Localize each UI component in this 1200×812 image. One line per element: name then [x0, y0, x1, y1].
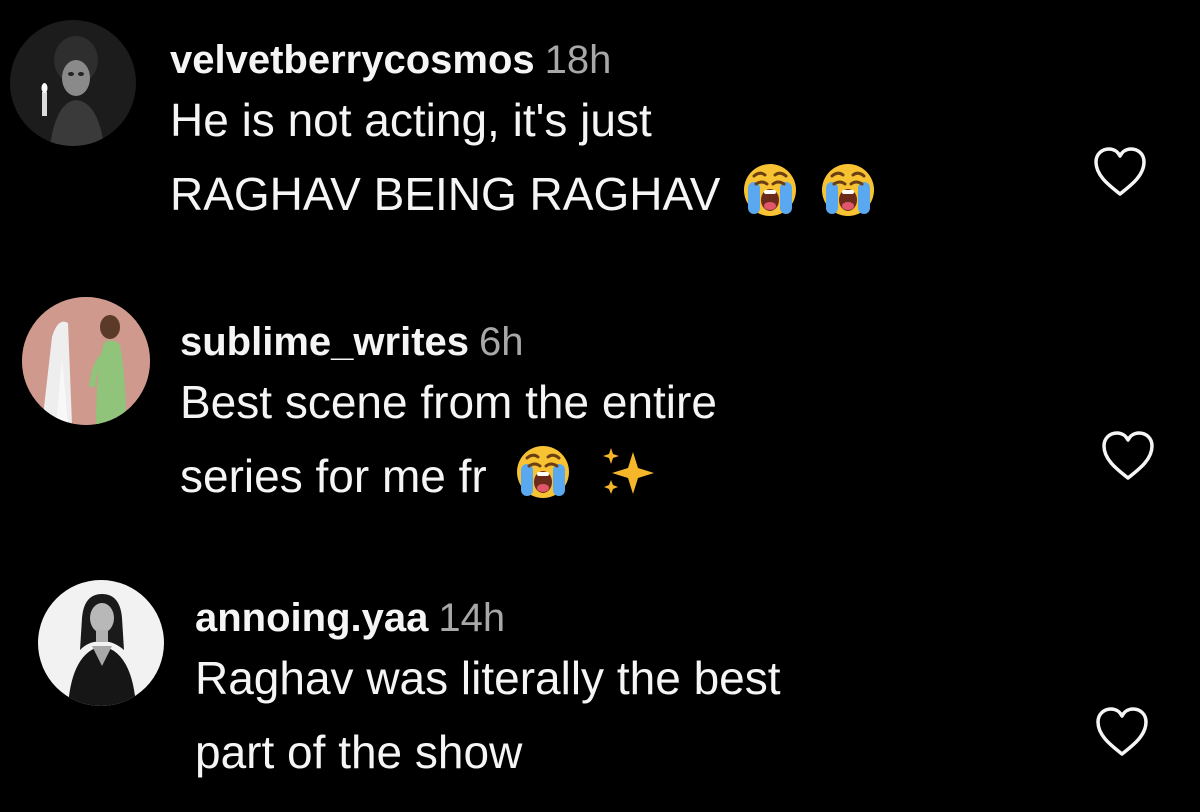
comment-text-line: Best scene from the entire [180, 376, 717, 428]
timestamp: 14h [438, 596, 506, 640]
timestamp: 6h [479, 320, 524, 364]
comment-item: annoing.yaa 14h Raghav was literally the … [0, 550, 1200, 812]
comment-item: velvetberrycosmos 18h He is not acting, i… [0, 0, 1200, 280]
comment-text-line: RAGHAV BEING RAGHAV [170, 157, 876, 231]
comment-text-line: part of the show [195, 726, 523, 778]
like-heart-icon[interactable] [1090, 144, 1150, 200]
sparkles-icon [599, 444, 659, 500]
like-heart-icon[interactable] [1092, 704, 1152, 760]
avatar[interactable] [10, 20, 136, 146]
comment-text-line: series for me fr [180, 439, 717, 513]
username[interactable]: sublime_writes [180, 320, 469, 364]
loudly-crying-face-icon [742, 162, 798, 218]
timestamp: 18h [544, 38, 612, 82]
username[interactable]: annoing.yaa [195, 596, 428, 640]
loudly-crying-face-icon [820, 162, 876, 218]
loudly-crying-face-icon [515, 444, 571, 500]
comment-item: sublime_writes 6h Best scene from the ent… [0, 280, 1200, 550]
like-heart-icon[interactable] [1098, 428, 1158, 484]
comment-text-line: Raghav was literally the best [195, 652, 781, 704]
comment-text-line: He is not acting, it's just [170, 94, 652, 146]
username[interactable]: velvetberrycosmos [170, 38, 535, 82]
avatar[interactable] [22, 297, 150, 425]
avatar[interactable] [38, 580, 164, 706]
